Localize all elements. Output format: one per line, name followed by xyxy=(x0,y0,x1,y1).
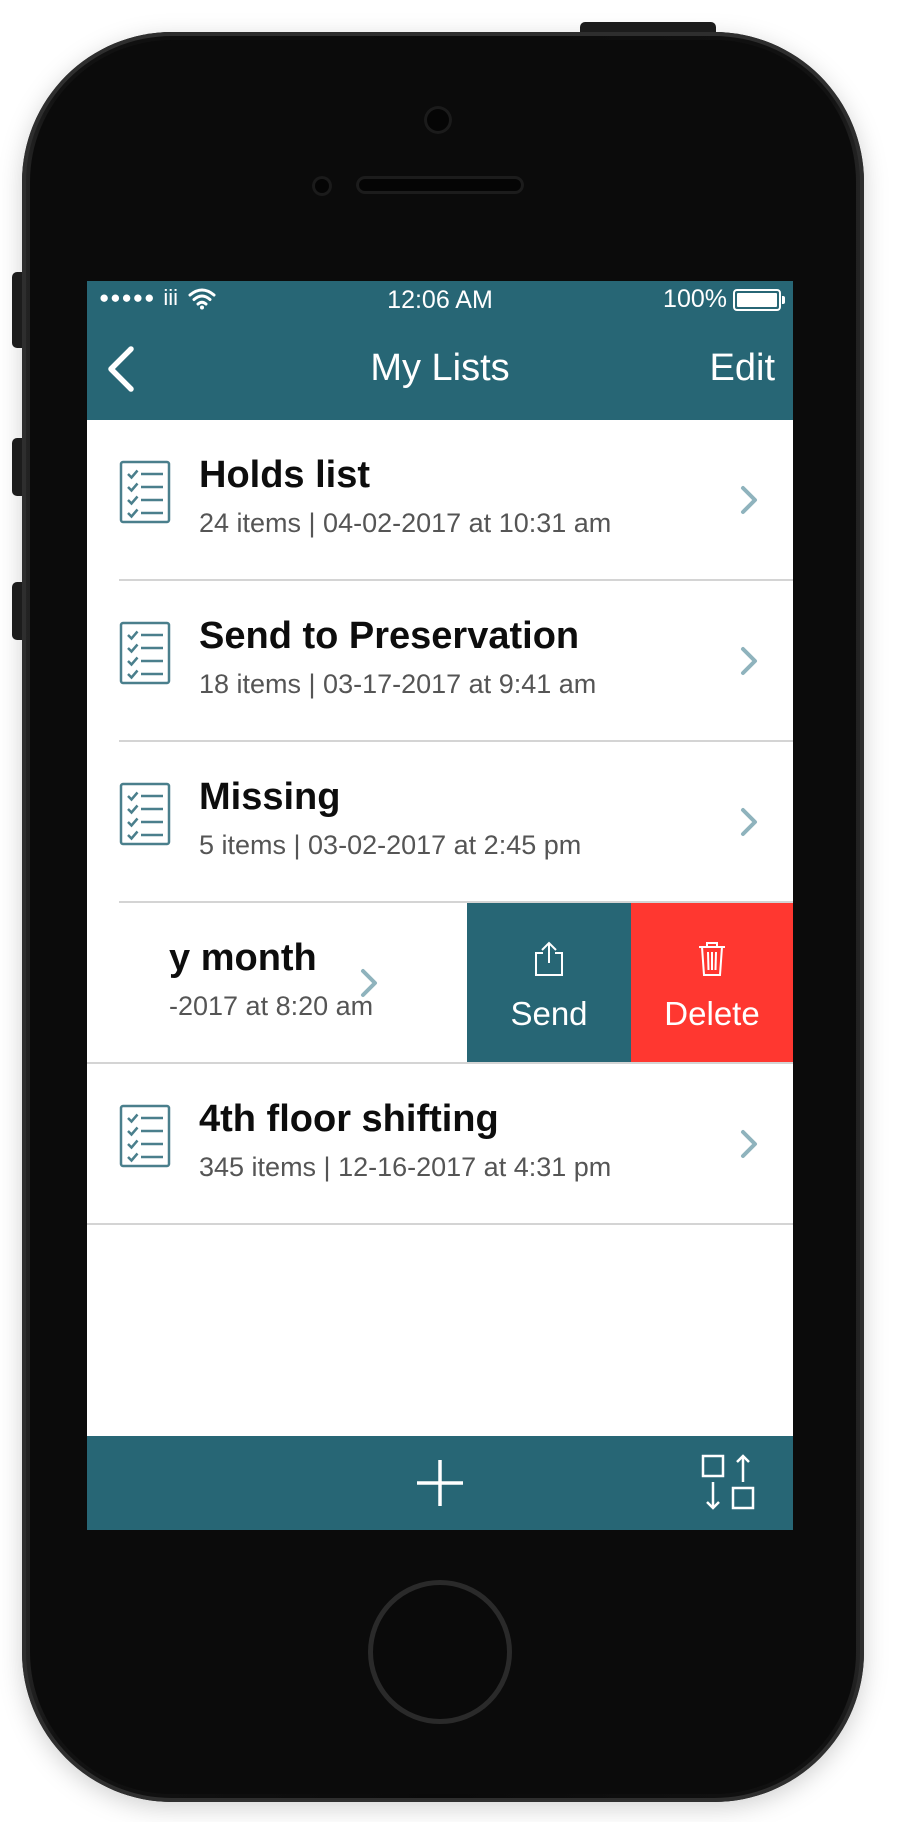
list-subtitle: 345 items | 12-16-2017 at 4:31 pm xyxy=(199,1152,612,1182)
list-row[interactable]: 4th floor shifting 345 items | 12-16-201… xyxy=(87,1064,793,1225)
checklist-icon xyxy=(119,782,171,846)
list-subtitle: 24 items | 04-02-2017 at 10:31 am xyxy=(199,508,612,538)
list-row-swiped[interactable]: y month -2017 at 8:20 am Send Delete xyxy=(87,903,793,1064)
battery-icon xyxy=(733,288,785,311)
list-title: 4th floor shifting xyxy=(199,1098,499,1140)
chevron-right-icon xyxy=(741,1130,757,1158)
send-button[interactable]: Send xyxy=(467,903,631,1064)
plus-icon[interactable] xyxy=(415,1458,465,1508)
delete-label: Delete xyxy=(664,995,760,1032)
delete-button[interactable]: Delete xyxy=(631,903,793,1064)
list-row[interactable]: Send to Preservation 18 items | 03-17-20… xyxy=(87,581,793,742)
list-title: Send to Preservation xyxy=(199,615,580,657)
list-subtitle: -2017 at 8:20 am xyxy=(169,991,374,1021)
chevron-right-icon xyxy=(361,969,377,997)
chevron-right-icon xyxy=(741,808,757,836)
checklist-icon xyxy=(119,1104,171,1168)
navigation-bar: My Lists Edit xyxy=(87,317,793,420)
send-label: Send xyxy=(510,995,588,1032)
status-bar: ●●●●● iii 12:06 AM 100% xyxy=(87,281,793,317)
list-row-content[interactable]: Holds list 24 items | 04-02-2017 at 10:3… xyxy=(87,420,793,581)
list-row-content[interactable]: y month -2017 at 8:20 am xyxy=(87,903,413,1064)
row-separator xyxy=(87,1223,793,1225)
sort-arrows-icon[interactable] xyxy=(699,1452,759,1512)
list-row-content[interactable]: Missing 5 items | 03-02-2017 at 2:45 pm xyxy=(87,742,793,903)
list-row-content[interactable]: Send to Preservation 18 items | 03-17-20… xyxy=(87,581,793,742)
list-subtitle: 18 items | 03-17-2017 at 9:41 am xyxy=(199,669,597,699)
checklist-icon xyxy=(119,460,171,524)
list-row[interactable]: Holds list 24 items | 04-02-2017 at 10:3… xyxy=(87,420,793,581)
bottom-toolbar xyxy=(87,1436,793,1530)
trash-icon xyxy=(699,942,725,976)
page-title: My Lists xyxy=(370,347,510,389)
edit-button[interactable]: Edit xyxy=(710,347,775,390)
lists-table: Holds list 24 items | 04-02-2017 at 10:3… xyxy=(87,420,793,1225)
app-screen: ●●●●● iii 12:06 AM 100% My Lists Edit Ho… xyxy=(87,281,793,1530)
list-row[interactable]: Missing 5 items | 03-02-2017 at 2:45 pm xyxy=(87,742,793,903)
list-title: y month xyxy=(169,937,317,979)
list-subtitle: 5 items | 03-02-2017 at 2:45 pm xyxy=(199,830,582,860)
list-row-content[interactable]: 4th floor shifting 345 items | 12-16-201… xyxy=(87,1064,793,1225)
list-title: Holds list xyxy=(199,454,371,496)
chevron-right-icon xyxy=(741,486,757,514)
earpiece-speaker xyxy=(356,176,524,194)
checklist-icon xyxy=(119,621,171,685)
home-button[interactable] xyxy=(368,1580,512,1724)
status-right: 100% xyxy=(663,285,785,314)
proximity-sensor xyxy=(312,176,332,196)
chevron-right-icon xyxy=(741,647,757,675)
list-title: Missing xyxy=(199,776,341,818)
front-camera xyxy=(424,106,452,134)
battery-percent: 100% xyxy=(663,285,727,313)
share-icon xyxy=(535,941,563,976)
